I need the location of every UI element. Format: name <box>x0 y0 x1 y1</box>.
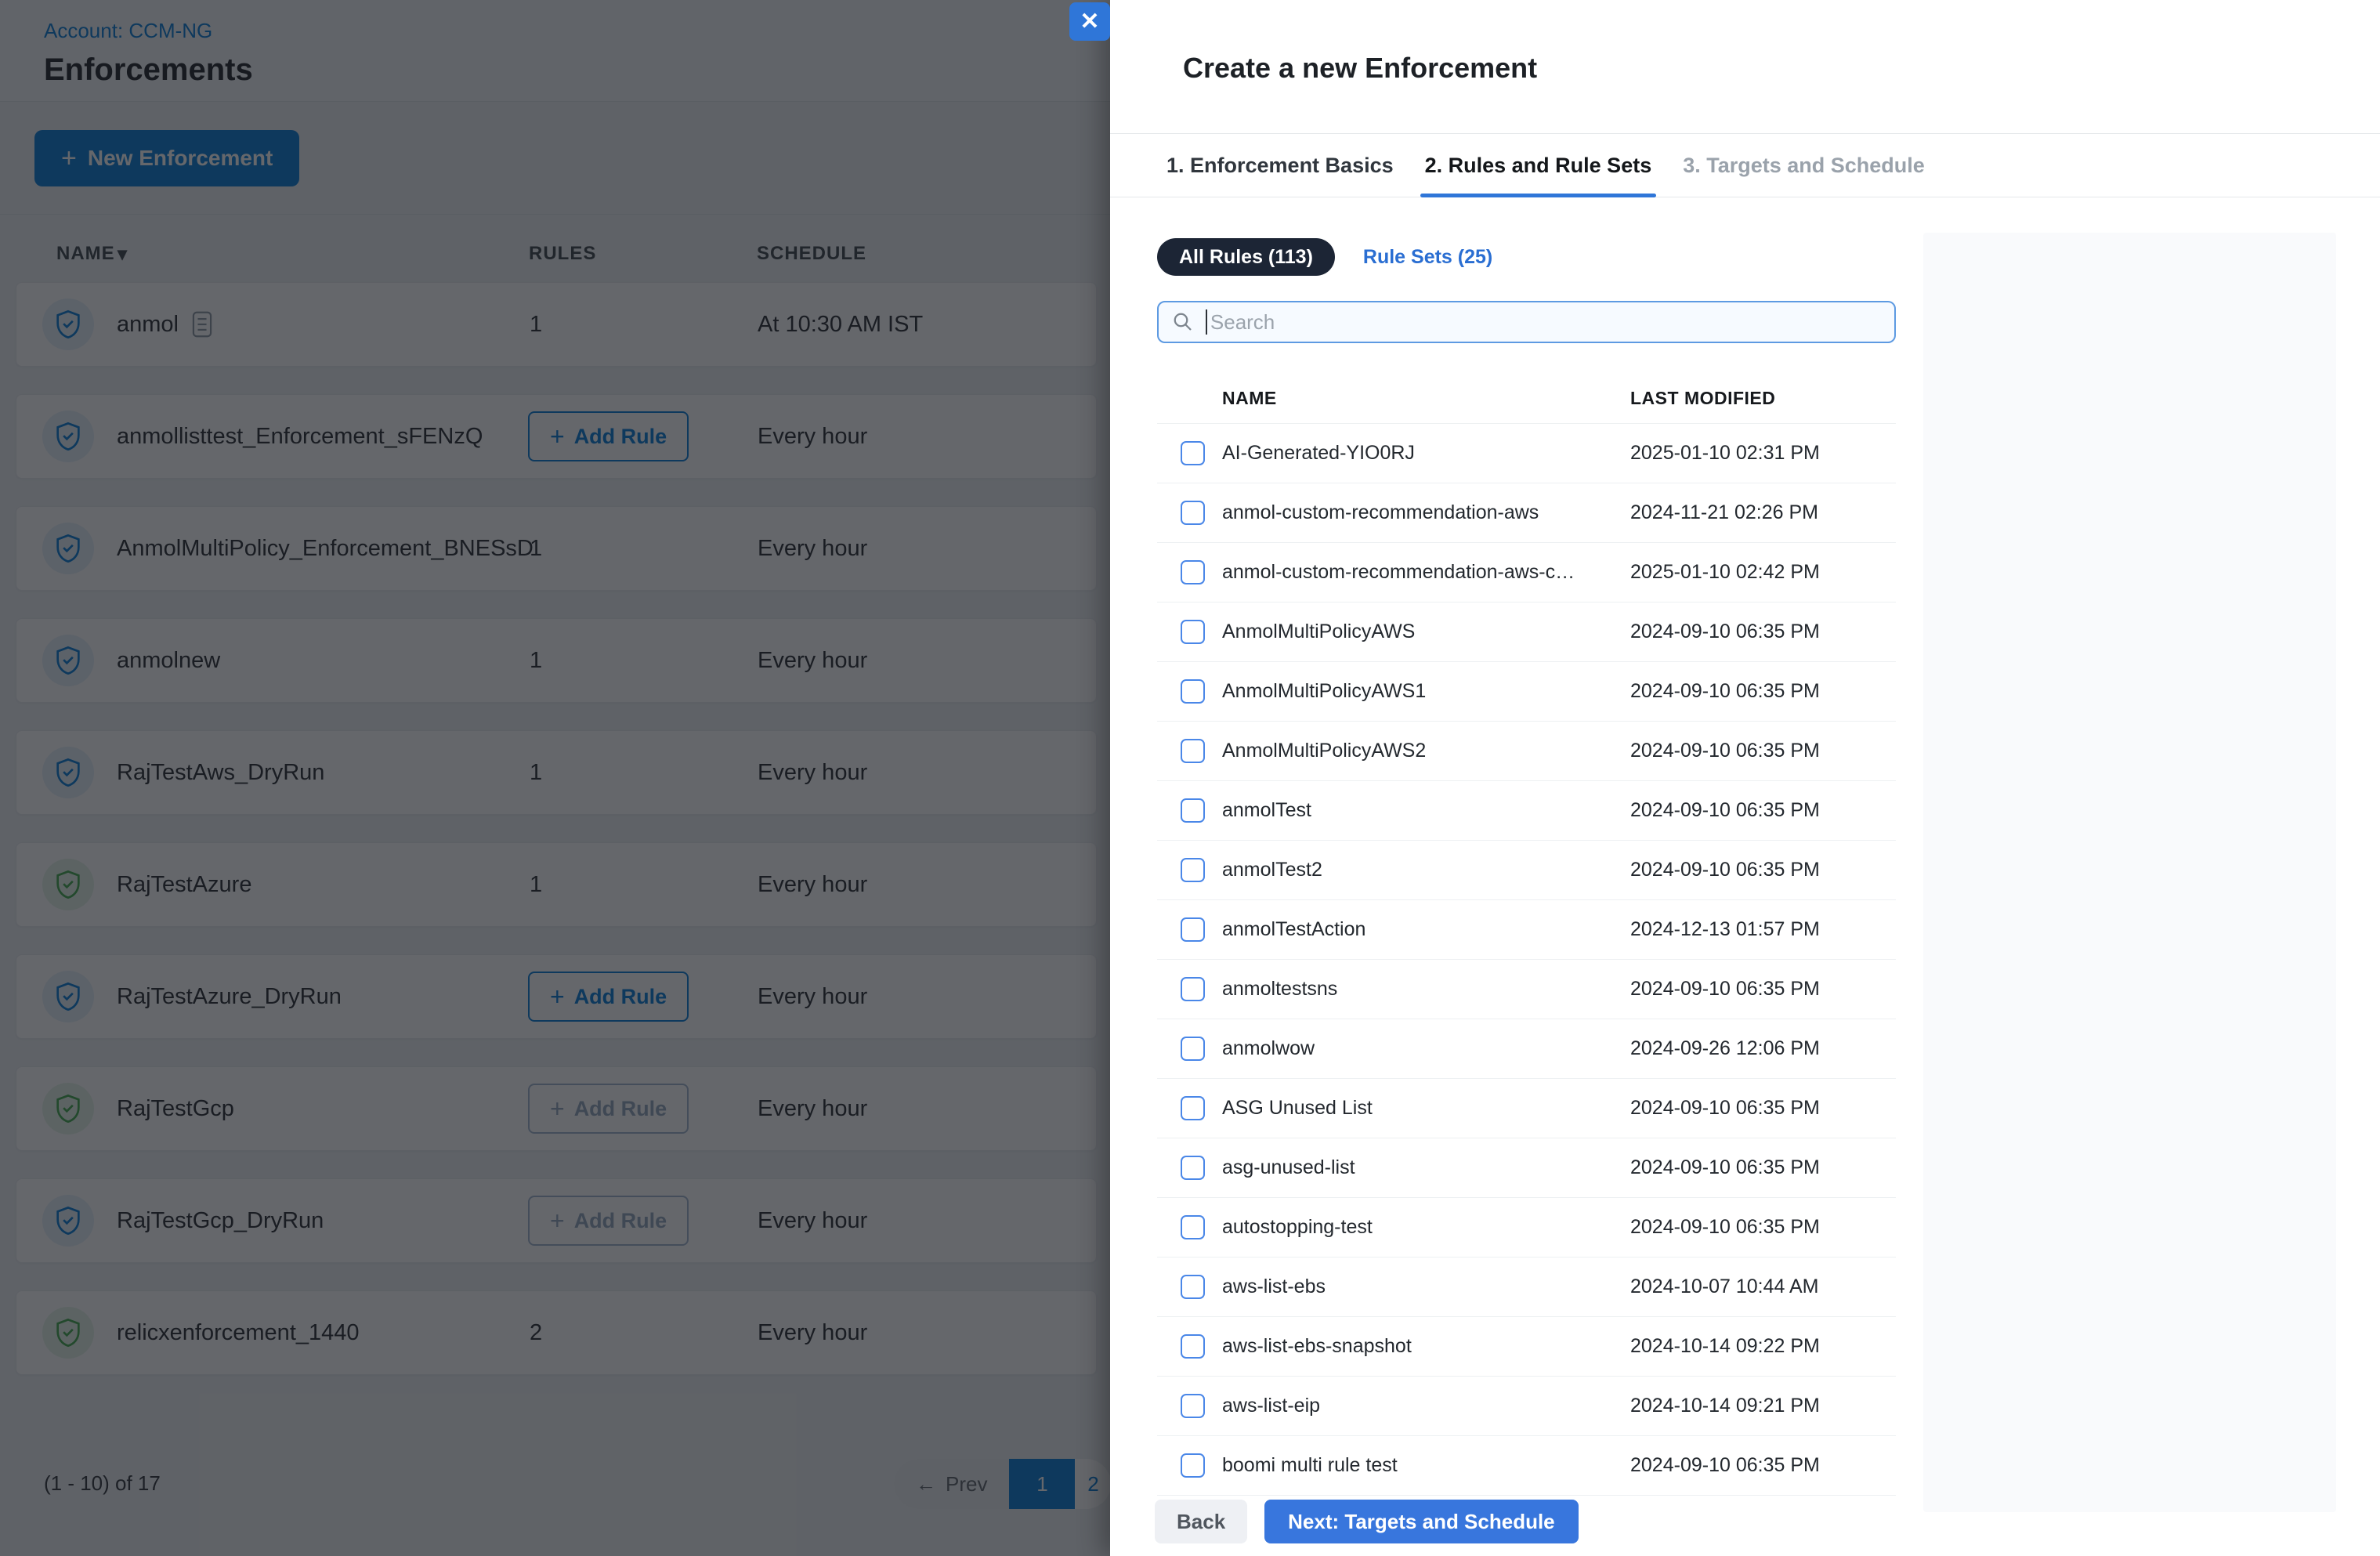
rule-row[interactable]: anmolTest2 2024-09-10 06:35 PM <box>1157 841 1896 900</box>
rule-last-modified: 2024-09-10 06:35 PM <box>1630 621 1820 642</box>
all-rules-tab[interactable]: All Rules (113) <box>1157 238 1335 276</box>
rule-sets-tab[interactable]: Rule Sets (25) <box>1363 246 1492 269</box>
rule-row[interactable]: anmolTest 2024-09-10 06:35 PM <box>1157 781 1896 841</box>
rule-checkbox[interactable] <box>1181 977 1205 1001</box>
rule-checkbox[interactable] <box>1181 1275 1205 1299</box>
rule-last-modified: 2024-10-14 09:22 PM <box>1630 1335 1820 1357</box>
rule-row[interactable]: ASG Unused List 2024-09-10 06:35 PM <box>1157 1079 1896 1138</box>
rule-name: anmol-custom-recommendation-aws-clone-23… <box>1222 561 1579 583</box>
rule-checkbox[interactable] <box>1181 679 1205 704</box>
rule-last-modified: 2024-09-10 06:35 PM <box>1630 978 1820 1000</box>
modal-title: Create a new Enforcement <box>1183 52 1538 84</box>
rule-last-modified: 2024-09-10 06:35 PM <box>1630 1216 1820 1238</box>
tab-targets-and-schedule[interactable]: 3. Targets and Schedule <box>1683 134 1925 197</box>
rule-row[interactable]: aws-list-eip 2024-10-14 09:21 PM <box>1157 1377 1896 1436</box>
rule-name: AnmolMultiPolicyAWS2 <box>1222 740 1427 762</box>
rules-filter-tabs: All Rules (113) Rule Sets (25) <box>1157 238 1896 276</box>
rule-name: autostopping-test <box>1222 1216 1373 1238</box>
rule-last-modified: 2024-10-14 09:21 PM <box>1630 1395 1820 1417</box>
rule-checkbox[interactable] <box>1181 560 1205 584</box>
next-targets-schedule-button[interactable]: Next: Targets and Schedule <box>1264 1500 1579 1543</box>
rule-name: ASG Unused List <box>1222 1097 1373 1119</box>
rule-checkbox[interactable] <box>1181 1334 1205 1359</box>
rule-row[interactable]: aws-list-ebs-snapshot 2024-10-14 09:22 P… <box>1157 1317 1896 1377</box>
rule-checkbox[interactable] <box>1181 1215 1205 1239</box>
close-icon[interactable]: ✕ <box>1069 2 1110 41</box>
rule-name: AI-Generated-YIO0RJ <box>1222 442 1415 464</box>
rule-name: AnmolMultiPolicyAWS1 <box>1222 680 1427 702</box>
text-cursor <box>1206 309 1207 335</box>
rule-checkbox[interactable] <box>1181 1037 1205 1061</box>
rule-row[interactable]: anmolTestAction 2024-12-13 01:57 PM <box>1157 900 1896 960</box>
rules-column-header-modified: LAST MODIFIED <box>1630 388 1776 408</box>
rules-column-header-name: NAME <box>1222 388 1277 408</box>
rule-row[interactable]: autostopping-test 2024-09-10 06:35 PM <box>1157 1198 1896 1257</box>
modal-footer: Back Next: Targets and Schedule <box>1110 1500 1894 1543</box>
rule-last-modified: 2024-12-13 01:57 PM <box>1630 918 1820 940</box>
rule-row[interactable]: anmol-custom-recommendation-aws-clone-23… <box>1157 543 1896 602</box>
rule-last-modified: 2024-09-10 06:35 PM <box>1630 1454 1820 1476</box>
rule-checkbox[interactable] <box>1181 441 1205 465</box>
modal-content: All Rules (113) Rule Sets (25) NAME LAST… <box>1157 197 1896 1496</box>
rule-last-modified: 2024-09-10 06:35 PM <box>1630 859 1820 881</box>
tab-enforcement-basics[interactable]: 1. Enforcement Basics <box>1166 134 1394 197</box>
search-input[interactable] <box>1210 309 1882 335</box>
wizard-steps-bar: 1. Enforcement Basics 2. Rules and Rule … <box>1110 133 2380 197</box>
rule-last-modified: 2024-09-10 06:35 PM <box>1630 1156 1820 1178</box>
rule-last-modified: 2024-09-10 06:35 PM <box>1630 799 1820 821</box>
rule-row[interactable]: asg-unused-list 2024-09-10 06:35 PM <box>1157 1138 1896 1198</box>
rule-checkbox[interactable] <box>1181 798 1205 823</box>
rule-last-modified: 2025-01-10 02:42 PM <box>1630 561 1820 583</box>
rule-row[interactable]: boomi multi rule test 2024-09-10 06:35 P… <box>1157 1436 1896 1496</box>
rule-name: aws-list-eip <box>1222 1395 1321 1417</box>
rule-row[interactable]: anmolwow 2024-09-26 12:06 PM <box>1157 1019 1896 1079</box>
rule-name: anmoltestsns <box>1222 978 1338 1000</box>
tab-rules-and-rule-sets[interactable]: 2. Rules and Rule Sets <box>1420 134 1656 197</box>
rule-name: aws-list-ebs <box>1222 1276 1326 1297</box>
rule-checkbox[interactable] <box>1181 1156 1205 1180</box>
rule-row[interactable]: AnmolMultiPolicyAWS1 2024-09-10 06:35 PM <box>1157 662 1896 722</box>
rule-checkbox[interactable] <box>1181 1096 1205 1120</box>
rule-last-modified: 2024-11-21 02:26 PM <box>1630 501 1818 523</box>
rule-row[interactable]: aws-list-ebs 2024-10-07 10:44 AM <box>1157 1257 1896 1317</box>
rule-checkbox[interactable] <box>1181 501 1205 525</box>
selected-rules-panel <box>1923 233 2336 1512</box>
rule-name: anmolTest <box>1222 799 1311 821</box>
rule-name: asg-unused-list <box>1222 1156 1355 1178</box>
rule-last-modified: 2025-01-10 02:31 PM <box>1630 442 1820 464</box>
rule-row[interactable]: AI-Generated-YIO0RJ 2025-01-10 02:31 PM <box>1157 424 1896 483</box>
rule-row[interactable]: anmoltestsns 2024-09-10 06:35 PM <box>1157 960 1896 1019</box>
rule-row[interactable]: anmol-custom-recommendation-aws 2024-11-… <box>1157 483 1896 543</box>
rule-last-modified: 2024-10-07 10:44 AM <box>1630 1276 1819 1297</box>
search-icon <box>1171 310 1195 334</box>
rule-last-modified: 2024-09-10 06:35 PM <box>1630 1097 1820 1119</box>
rule-name: AnmolMultiPolicyAWS <box>1222 621 1416 642</box>
rule-name: anmol-custom-recommendation-aws <box>1222 501 1539 523</box>
search-box <box>1157 301 1896 343</box>
rule-checkbox[interactable] <box>1181 1394 1205 1418</box>
create-enforcement-modal: ✕ Create a new Enforcement 1. Enforcemen… <box>1069 0 2380 1556</box>
rule-checkbox[interactable] <box>1181 739 1205 763</box>
rule-name: anmolTestAction <box>1222 918 1366 940</box>
rule-name: anmolwow <box>1222 1037 1315 1059</box>
rule-checkbox[interactable] <box>1181 858 1205 882</box>
rule-row[interactable]: AnmolMultiPolicyAWS2 2024-09-10 06:35 PM <box>1157 722 1896 781</box>
rule-last-modified: 2024-09-26 12:06 PM <box>1630 1037 1820 1059</box>
rules-list-header: NAME LAST MODIFIED <box>1157 368 1896 423</box>
rule-row[interactable]: AnmolMultiPolicyAWS 2024-09-10 06:35 PM <box>1157 602 1896 662</box>
rules-list: AI-Generated-YIO0RJ 2025-01-10 02:31 PM … <box>1157 423 1896 1496</box>
rule-checkbox[interactable] <box>1181 1453 1205 1478</box>
rule-last-modified: 2024-09-10 06:35 PM <box>1630 740 1820 762</box>
rule-last-modified: 2024-09-10 06:35 PM <box>1630 680 1820 702</box>
rule-name: anmolTest2 <box>1222 859 1322 881</box>
back-button[interactable]: Back <box>1155 1500 1248 1543</box>
rule-name: boomi multi rule test <box>1222 1454 1398 1476</box>
rule-checkbox[interactable] <box>1181 917 1205 942</box>
rule-name: aws-list-ebs-snapshot <box>1222 1335 1412 1357</box>
rule-checkbox[interactable] <box>1181 620 1205 644</box>
